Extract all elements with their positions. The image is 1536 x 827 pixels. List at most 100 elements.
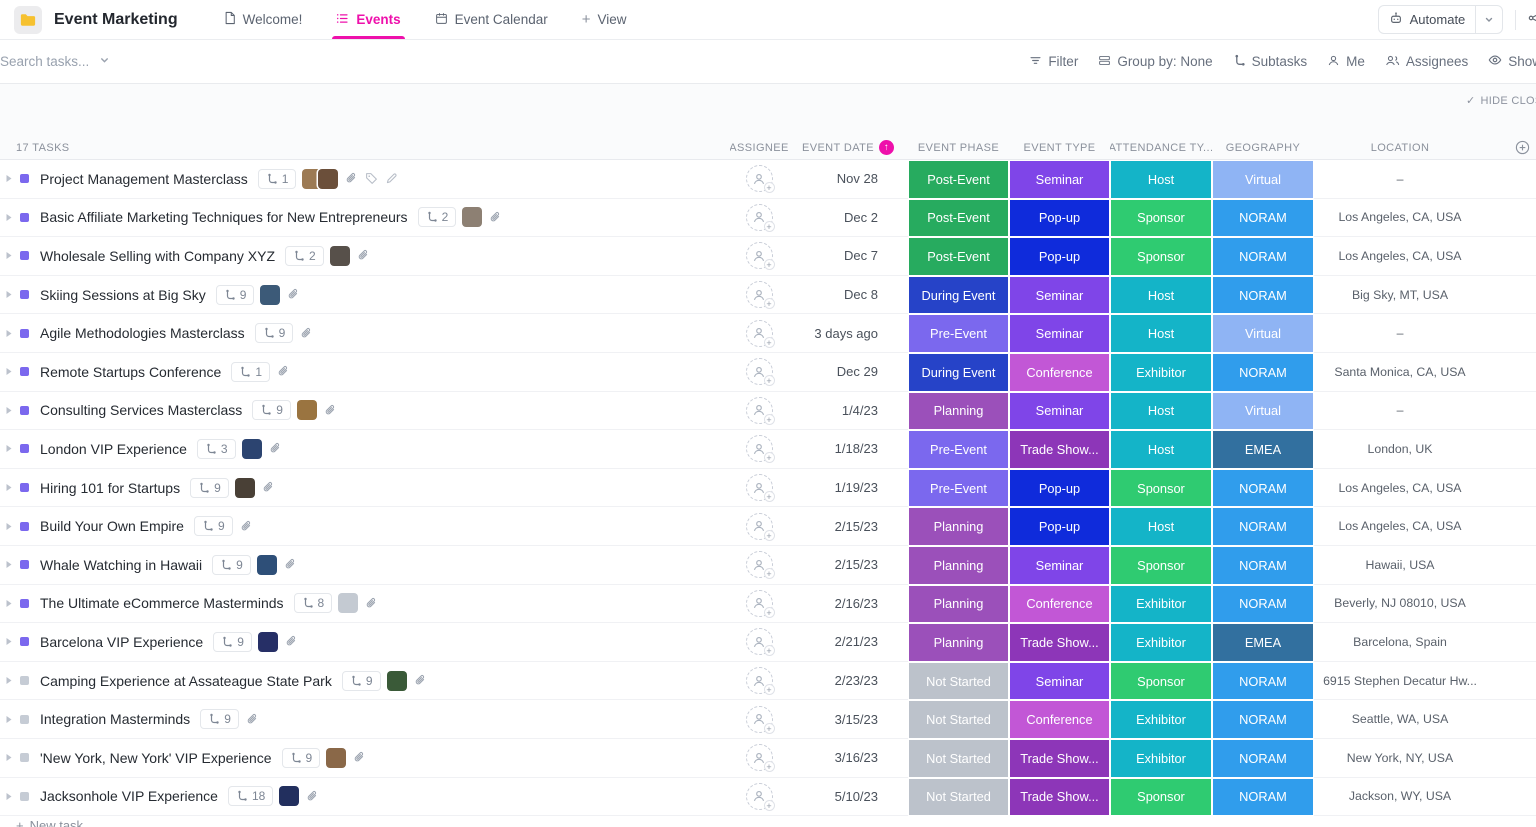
filter-button[interactable]: Filter <box>1029 54 1078 70</box>
expand-caret-icon[interactable] <box>5 483 13 492</box>
attachment-thumbnail[interactable] <box>279 786 300 807</box>
event-type-chip[interactable]: Trade Show... <box>1009 623 1110 662</box>
location-cell[interactable]: Jackson, WY, USA <box>1314 778 1486 817</box>
add-assignee-button[interactable]: + <box>745 628 775 657</box>
event-phase-chip[interactable]: Pre-Event <box>908 314 1009 353</box>
event-type-chip[interactable]: Trade Show... <box>1009 777 1110 817</box>
add-assignee-button[interactable]: + <box>745 551 775 580</box>
event-phase-chip[interactable]: Planning <box>908 507 1009 546</box>
tag-icon[interactable] <box>365 172 378 185</box>
expand-caret-icon[interactable] <box>5 367 13 376</box>
location-cell[interactable]: Hawaii, USA <box>1314 546 1486 585</box>
tab-event-calendar[interactable]: Event Calendar <box>435 0 548 39</box>
tab-welcome[interactable]: Welcome! <box>224 0 302 39</box>
geography-chip[interactable]: NORAM <box>1212 545 1314 585</box>
expand-caret-icon[interactable] <box>5 599 13 608</box>
pencil-icon[interactable] <box>385 172 398 185</box>
task-name[interactable]: Project Management Masterclass <box>40 171 248 187</box>
task-name[interactable]: 'New York, New York' VIP Experience <box>40 750 272 766</box>
task-name[interactable]: Barcelona VIP Experience <box>40 634 203 650</box>
expand-caret-icon[interactable] <box>5 406 13 415</box>
task-name[interactable]: Remote Startups Conference <box>40 364 221 380</box>
event-date-cell[interactable]: Dec 2 <box>788 199 908 238</box>
subtasks-toggle[interactable]: Subtasks <box>1233 54 1307 70</box>
event-date-cell[interactable]: 2/23/23 <box>788 662 908 701</box>
event-date-cell[interactable]: 3 days ago <box>788 314 908 353</box>
show-menu-button[interactable]: Show <box>1488 53 1536 70</box>
task-status-square[interactable] <box>20 367 29 377</box>
task-status-square[interactable] <box>20 405 29 415</box>
task-status-square[interactable] <box>20 560 29 570</box>
event-type-chip[interactable]: Seminar <box>1009 160 1110 199</box>
add-assignee-button[interactable]: + <box>745 281 775 310</box>
attendance-type-chip[interactable]: Host <box>1110 391 1212 431</box>
location-cell[interactable]: London, UK <box>1314 430 1486 469</box>
event-phase-chip[interactable]: Not Started <box>908 777 1009 817</box>
location-cell[interactable]: 6915 Stephen Decatur Hw... <box>1314 662 1486 701</box>
task-status-square[interactable] <box>20 251 29 261</box>
add-column-button[interactable] <box>1515 140 1530 155</box>
add-assignee-button[interactable]: + <box>745 242 775 271</box>
column-header-location[interactable]: LOCATION <box>1314 136 1486 159</box>
expand-caret-icon[interactable] <box>5 522 13 531</box>
location-cell[interactable]: Seattle, WA, USA <box>1314 700 1486 739</box>
attendance-type-chip[interactable]: Sponsor <box>1110 468 1212 508</box>
geography-chip[interactable]: NORAM <box>1212 777 1314 817</box>
subtask-count-chip[interactable]: 9 <box>200 709 239 730</box>
location-cell[interactable]: Los Angeles, CA, USA <box>1314 469 1486 508</box>
task-name[interactable]: Camping Experience at Assateague State P… <box>40 673 332 689</box>
group-by-button[interactable]: Group by: None <box>1098 54 1213 70</box>
geography-chip[interactable]: NORAM <box>1212 507 1314 546</box>
event-date-cell[interactable]: 2/15/23 <box>788 546 908 585</box>
add-assignee-button[interactable]: + <box>745 165 775 194</box>
add-assignee-button[interactable]: + <box>745 396 775 425</box>
add-assignee-button[interactable]: + <box>745 667 775 696</box>
share-button[interactable]: Share <box>1528 11 1536 28</box>
event-type-chip[interactable]: Pop-up <box>1009 198 1110 238</box>
attachment-thumbnail[interactable] <box>260 284 281 305</box>
event-phase-chip[interactable]: Not Started <box>908 700 1009 739</box>
location-cell[interactable]: Santa Monica, CA, USA <box>1314 353 1486 392</box>
geography-chip[interactable]: NORAM <box>1212 198 1314 238</box>
task-name[interactable]: Hiring 101 for Startups <box>40 480 180 496</box>
attendance-type-chip[interactable]: Host <box>1110 275 1212 315</box>
add-assignee-button[interactable]: + <box>745 782 775 811</box>
location-cell[interactable]: Los Angeles, CA, USA <box>1314 237 1486 276</box>
event-date-cell[interactable]: 1/19/23 <box>788 469 908 508</box>
subtask-count-chip[interactable]: 8 <box>293 593 333 614</box>
event-date-cell[interactable]: Nov 28 <box>788 160 908 199</box>
column-header-geography[interactable]: GEOGRAPHY <box>1212 136 1314 159</box>
event-date-cell[interactable]: Dec 29 <box>788 353 908 392</box>
add-assignee-button[interactable]: + <box>745 705 775 734</box>
event-phase-chip[interactable]: During Event <box>908 352 1009 392</box>
subtask-count-chip[interactable]: 9 <box>212 554 251 575</box>
attachment-thumbnail[interactable] <box>318 168 339 189</box>
event-type-chip[interactable]: Seminar <box>1009 391 1110 431</box>
expand-caret-icon[interactable] <box>5 290 13 299</box>
attendance-type-chip[interactable]: Exhibitor <box>1110 623 1212 662</box>
event-type-chip[interactable]: Pop-up <box>1009 237 1110 276</box>
task-name[interactable]: Agile Methodologies Masterclass <box>40 325 245 341</box>
location-cell[interactable]: Barcelona, Spain <box>1314 623 1486 662</box>
geography-chip[interactable]: Virtual <box>1212 314 1314 353</box>
column-header-event-date[interactable]: EVENT DATE ↑ <box>788 136 908 159</box>
assignees-filter-button[interactable]: Assignees <box>1385 54 1468 70</box>
task-status-square[interactable] <box>20 598 29 608</box>
chevron-down-icon[interactable] <box>1475 6 1502 33</box>
hide-closed-toggle[interactable]: ✓ HIDE CLOSED <box>1466 94 1536 108</box>
attachment-thumbnail[interactable] <box>326 747 347 768</box>
add-assignee-button[interactable]: + <box>745 319 775 348</box>
event-type-chip[interactable]: Seminar <box>1009 545 1110 585</box>
task-status-square[interactable] <box>20 483 29 493</box>
attendance-type-chip[interactable]: Host <box>1110 314 1212 353</box>
task-name[interactable]: Skiing Sessions at Big Sky <box>40 287 206 303</box>
event-type-chip[interactable]: Conference <box>1009 700 1110 739</box>
location-cell[interactable]: – <box>1314 392 1486 431</box>
expand-caret-icon[interactable] <box>5 715 13 724</box>
attendance-type-chip[interactable]: Host <box>1110 507 1212 546</box>
attendance-type-chip[interactable]: Exhibitor <box>1110 700 1212 739</box>
attachment-thumbnail[interactable] <box>329 245 350 266</box>
event-date-cell[interactable]: 5/10/23 <box>788 778 908 817</box>
task-name[interactable]: Consulting Services Masterclass <box>40 402 242 418</box>
attendance-type-chip[interactable]: Host <box>1110 160 1212 199</box>
